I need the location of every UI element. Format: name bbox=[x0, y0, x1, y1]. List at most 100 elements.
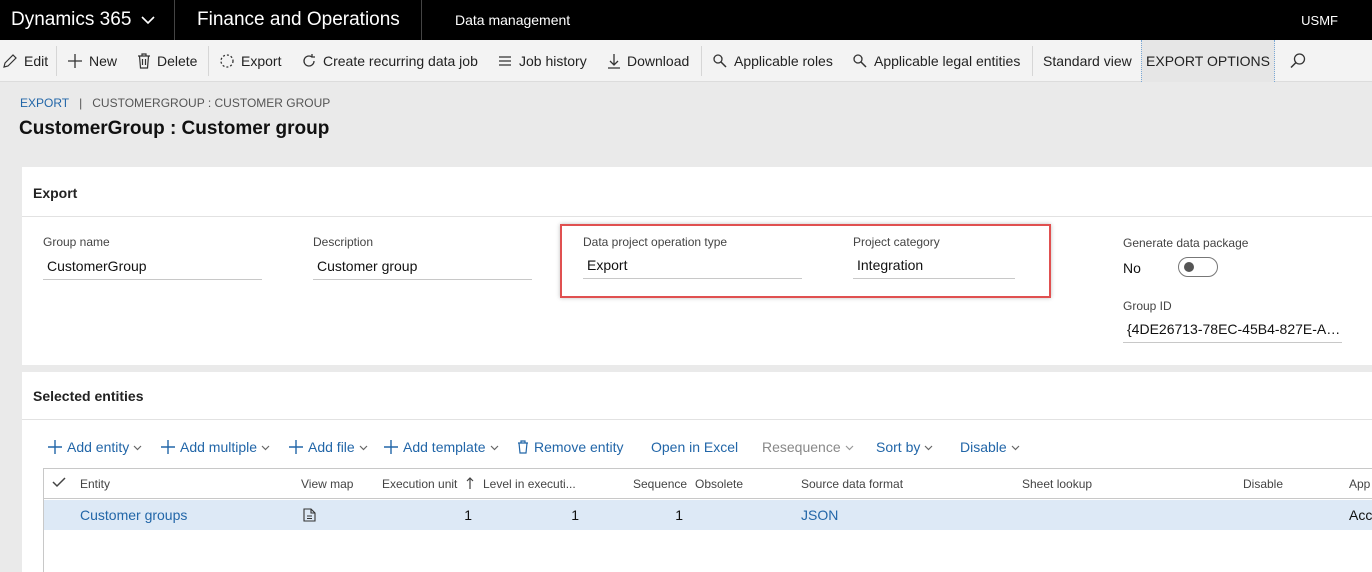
grid-header: Entity View map Execution unit Level in … bbox=[44, 469, 1372, 499]
pencil-icon bbox=[3, 54, 17, 68]
table-row[interactable]: Customer groups 1 1 1 JSON Acc bbox=[44, 500, 1372, 530]
applicable-roles-label: Applicable roles bbox=[734, 53, 833, 69]
create-recurring-job-button[interactable]: Create recurring data job bbox=[301, 40, 478, 82]
recurring-label: Create recurring data job bbox=[323, 53, 478, 69]
new-button[interactable]: New bbox=[67, 40, 117, 82]
project-category-label: Project category bbox=[853, 235, 940, 249]
sort-by-button[interactable]: Sort by bbox=[876, 437, 933, 457]
execution-unit-header-label: Execution unit bbox=[382, 477, 458, 491]
column-header-level-in-execution[interactable]: Level in executi... bbox=[483, 469, 583, 499]
chevron-down-icon bbox=[359, 445, 368, 450]
description-field[interactable]: Customer group bbox=[313, 256, 532, 280]
operation-type-field[interactable]: Export bbox=[583, 255, 802, 279]
add-entity-label: Add entity bbox=[67, 439, 130, 455]
column-header-entity[interactable]: Entity bbox=[80, 469, 110, 499]
divider bbox=[22, 216, 1372, 217]
action-search-button[interactable] bbox=[1289, 40, 1311, 82]
select-all-checkbox[interactable] bbox=[52, 469, 66, 499]
applicable-roles-button[interactable]: Applicable roles bbox=[712, 40, 833, 82]
download-label: Download bbox=[627, 53, 690, 69]
standard-view-button[interactable]: Standard view bbox=[1043, 40, 1132, 82]
column-header-execution-unit[interactable]: Execution unit bbox=[382, 469, 474, 499]
add-entity-button[interactable]: Add entity bbox=[48, 437, 142, 457]
applicable-legal-entities-button[interactable]: Applicable legal entities bbox=[852, 40, 1020, 82]
download-button[interactable]: Download bbox=[607, 40, 689, 82]
entities-section-header[interactable]: Selected entities bbox=[33, 388, 144, 404]
generate-package-toggle[interactable] bbox=[1178, 257, 1218, 277]
toggle-knob bbox=[1184, 262, 1194, 272]
spinner-icon bbox=[220, 54, 234, 68]
standard-view-label: Standard view bbox=[1043, 53, 1132, 69]
remove-entity-button[interactable]: Remove entity bbox=[517, 437, 623, 457]
sequence-cell: 1 bbox=[675, 507, 683, 523]
plus-icon bbox=[384, 440, 398, 454]
search-key-icon bbox=[713, 54, 727, 68]
applicable-legal-entities-label: Applicable legal entities bbox=[874, 53, 1021, 69]
job-history-button[interactable]: Job history bbox=[497, 40, 587, 82]
delete-label: Delete bbox=[157, 53, 198, 69]
chevron-down-icon bbox=[133, 445, 142, 450]
source-data-format-cell[interactable]: JSON bbox=[801, 500, 838, 530]
delete-button[interactable]: Delete bbox=[137, 40, 197, 82]
group-id-field[interactable]: {4DE26713-78EC-45B4-827E-AD... bbox=[1123, 319, 1342, 343]
level-in-execution-cell: 1 bbox=[571, 507, 579, 523]
divider bbox=[208, 46, 209, 76]
top-navbar: Dynamics 365 Finance and Operations Data… bbox=[0, 0, 1372, 40]
document-map-icon bbox=[303, 508, 316, 522]
disable-label: Disable bbox=[960, 439, 1007, 455]
disable-button[interactable]: Disable bbox=[960, 437, 1020, 457]
column-header-view-map[interactable]: View map bbox=[301, 469, 353, 499]
export-label: Export bbox=[241, 53, 282, 69]
breadcrumb: EXPORT | CUSTOMERGROUP : CUSTOMER GROUP bbox=[20, 96, 330, 110]
breadcrumb-export-link[interactable]: EXPORT bbox=[20, 96, 69, 110]
entities-grid: Entity View map Execution unit Level in … bbox=[43, 468, 1372, 572]
job-history-label: Job history bbox=[519, 53, 587, 69]
app-switcher[interactable]: Dynamics 365 bbox=[0, 0, 175, 40]
app-name: Dynamics 365 bbox=[11, 9, 132, 30]
project-category-field[interactable]: Integration bbox=[853, 255, 1015, 279]
tab-export-options[interactable]: EXPORT OPTIONS bbox=[1141, 40, 1275, 82]
divider bbox=[1032, 46, 1033, 76]
list-icon bbox=[499, 56, 511, 66]
divider bbox=[56, 46, 57, 76]
export-section-header[interactable]: Export bbox=[33, 185, 77, 201]
generate-package-value: No bbox=[1123, 260, 1141, 276]
plus-icon bbox=[48, 440, 62, 454]
trash-icon bbox=[138, 53, 150, 69]
column-header-source-data-format[interactable]: Source data format bbox=[801, 469, 903, 499]
sort-by-label: Sort by bbox=[876, 439, 921, 455]
entity-cell[interactable]: Customer groups bbox=[80, 500, 187, 530]
company-picker[interactable]: USMF bbox=[1301, 0, 1338, 40]
page-title: CustomerGroup : Customer group bbox=[19, 118, 330, 139]
remove-entity-label: Remove entity bbox=[534, 439, 624, 455]
add-multiple-button[interactable]: Add multiple bbox=[161, 437, 270, 457]
add-template-label: Add template bbox=[403, 439, 486, 455]
sort-ascending-icon bbox=[466, 477, 474, 489]
operation-type-label: Data project operation type bbox=[583, 235, 728, 249]
generate-package-label: Generate data package bbox=[1123, 236, 1249, 250]
add-file-label: Add file bbox=[308, 439, 355, 455]
view-map-cell[interactable] bbox=[303, 500, 316, 530]
export-options-label: EXPORT OPTIONS bbox=[1146, 53, 1270, 69]
open-in-excel-button[interactable]: Open in Excel bbox=[651, 437, 738, 457]
add-file-button[interactable]: Add file bbox=[289, 437, 368, 457]
group-name-label: Group name bbox=[43, 235, 110, 249]
column-header-disable[interactable]: Disable bbox=[1243, 469, 1283, 499]
area-breadcrumb[interactable]: Data management bbox=[455, 0, 570, 40]
column-header-sequence[interactable]: Sequence bbox=[633, 469, 687, 499]
column-header-app[interactable]: App bbox=[1349, 469, 1372, 499]
search-key-icon bbox=[853, 54, 867, 68]
resequence-button[interactable]: Resequence bbox=[762, 437, 854, 457]
divider bbox=[701, 46, 702, 76]
description-label: Description bbox=[313, 235, 374, 249]
column-header-obsolete[interactable]: Obsolete bbox=[695, 469, 743, 499]
execution-unit-cell: 1 bbox=[464, 507, 472, 523]
edit-button[interactable]: Edit bbox=[2, 40, 48, 82]
open-in-excel-label: Open in Excel bbox=[651, 439, 739, 455]
export-section: Export Group name CustomerGroup Descript… bbox=[22, 167, 1372, 365]
group-name-field[interactable]: CustomerGroup bbox=[43, 256, 262, 280]
resequence-label: Resequence bbox=[762, 439, 841, 455]
export-button[interactable]: Export bbox=[219, 40, 281, 82]
column-header-sheet-lookup[interactable]: Sheet lookup bbox=[1022, 469, 1092, 499]
add-template-button[interactable]: Add template bbox=[384, 437, 499, 457]
